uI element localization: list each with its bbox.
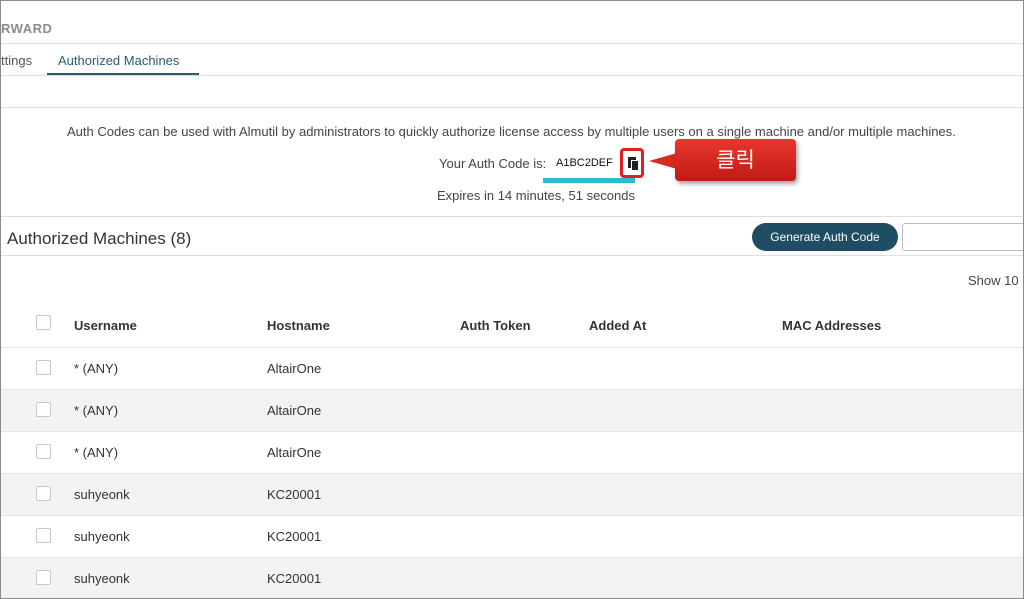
auth-code-label: Your Auth Code is: bbox=[439, 156, 547, 171]
highlight-bar bbox=[543, 178, 635, 183]
cell-username: suhyeonk bbox=[74, 529, 130, 544]
column-header-hostname[interactable]: Hostname bbox=[267, 318, 330, 333]
callout-pointer bbox=[649, 153, 677, 169]
auth-code-value: A1BC2DEF bbox=[556, 157, 613, 169]
divider bbox=[1, 107, 1023, 108]
column-header-mac-addresses[interactable]: MAC Addresses bbox=[782, 318, 881, 333]
table-row[interactable]: suhyeonk KC20001 bbox=[1, 473, 1023, 515]
generate-auth-code-button[interactable]: Generate Auth Code bbox=[752, 223, 898, 251]
cell-username: * (ANY) bbox=[74, 403, 119, 418]
cell-username: suhyeonk bbox=[74, 571, 130, 586]
auth-code-expiry: Expires in 14 minutes, 51 seconds bbox=[437, 188, 635, 203]
table-row[interactable]: * (ANY) AltairOne bbox=[1, 347, 1023, 389]
row-checkbox[interactable] bbox=[36, 570, 51, 585]
row-checkbox[interactable] bbox=[36, 360, 51, 375]
divider bbox=[1, 216, 1023, 217]
row-checkbox[interactable] bbox=[36, 528, 51, 543]
column-header-added-at[interactable]: Added At bbox=[589, 318, 646, 333]
cell-hostname: KC20001 bbox=[267, 529, 322, 544]
section-title: Authorized Machines (8) bbox=[7, 229, 192, 248]
row-checkbox[interactable] bbox=[36, 486, 51, 501]
select-all-checkbox[interactable] bbox=[36, 315, 51, 330]
column-header-auth-token[interactable]: Auth Token bbox=[460, 318, 531, 333]
cell-username: * (ANY) bbox=[74, 445, 119, 460]
click-callout: 클릭 bbox=[675, 139, 796, 181]
divider bbox=[1, 255, 1023, 256]
cell-hostname: AltairOne bbox=[267, 403, 322, 418]
table-row[interactable]: * (ANY) AltairOne bbox=[1, 389, 1023, 431]
page-header-title: RWARD bbox=[1, 21, 53, 36]
cell-hostname: KC20001 bbox=[267, 571, 322, 586]
divider bbox=[1, 75, 1023, 76]
auth-code-description: Auth Codes can be used with Almutil by a… bbox=[67, 124, 956, 139]
cell-hostname: KC20001 bbox=[267, 487, 322, 502]
page-size-selector[interactable]: Show 10 bbox=[968, 273, 1019, 288]
copy-icon[interactable] bbox=[620, 148, 644, 178]
search-input[interactable] bbox=[902, 223, 1023, 251]
tab-authorized-machines[interactable]: Authorized Machines bbox=[58, 53, 179, 68]
cell-username: suhyeonk bbox=[74, 487, 130, 502]
row-checkbox[interactable] bbox=[36, 402, 51, 417]
cell-hostname: AltairOne bbox=[267, 361, 322, 376]
row-checkbox[interactable] bbox=[36, 444, 51, 459]
cell-hostname: AltairOne bbox=[267, 445, 322, 460]
cell-username: * (ANY) bbox=[74, 361, 119, 376]
copy-icon-front-page bbox=[631, 160, 639, 171]
column-header-username[interactable]: Username bbox=[74, 318, 137, 333]
tab-settings[interactable]: ttings bbox=[1, 53, 32, 68]
table-row[interactable]: suhyeonk KC20001 bbox=[1, 557, 1023, 598]
table-row[interactable]: * (ANY) AltairOne bbox=[1, 431, 1023, 473]
divider bbox=[1, 43, 1023, 44]
table-row[interactable]: suhyeonk KC20001 bbox=[1, 515, 1023, 557]
app-window: RWARD ttings Authorized Machines Auth Co… bbox=[0, 0, 1024, 599]
